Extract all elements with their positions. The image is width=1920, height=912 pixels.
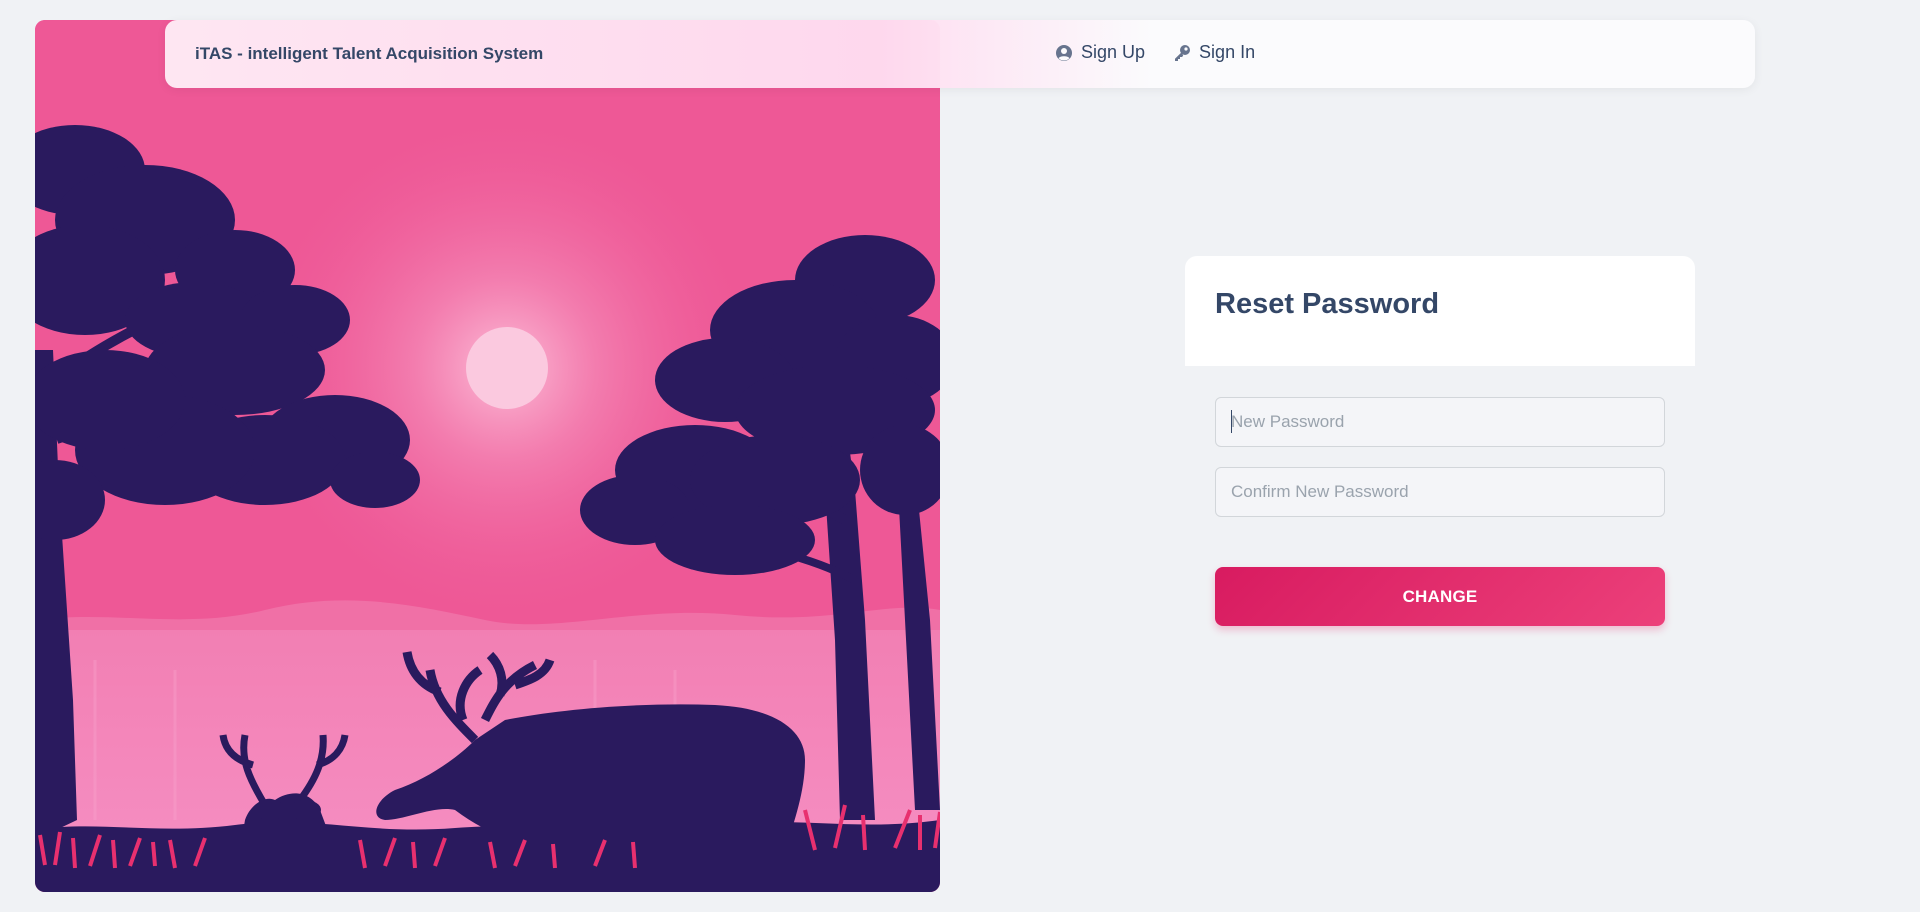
- brand-name[interactable]: iTAS - intelligent Talent Acquisition Sy…: [195, 44, 543, 64]
- key-icon: [1175, 44, 1191, 61]
- sign-in-label: Sign In: [1199, 42, 1256, 62]
- confirm-password-input[interactable]: [1215, 467, 1665, 517]
- reset-password-card-header: Reset Password: [1185, 256, 1695, 366]
- top-navbar: iTAS - intelligent Talent Acquisition Sy…: [165, 20, 1755, 88]
- text-caret: [1231, 410, 1232, 433]
- hero-illustration: [35, 20, 940, 892]
- nav-link-sign-up[interactable]: Sign Up: [1055, 42, 1145, 63]
- user-circle-icon: [1056, 44, 1072, 61]
- page-title: Reset Password: [1215, 288, 1440, 320]
- deer-forest-illustration: [35, 20, 940, 892]
- sign-up-label: Sign Up: [1081, 42, 1146, 62]
- nav-links: Sign Up Sign In: [1055, 42, 1255, 63]
- new-password-input[interactable]: [1215, 397, 1665, 447]
- change-button[interactable]: CHANGE: [1215, 567, 1665, 626]
- nav-link-sign-in[interactable]: Sign In: [1173, 42, 1255, 63]
